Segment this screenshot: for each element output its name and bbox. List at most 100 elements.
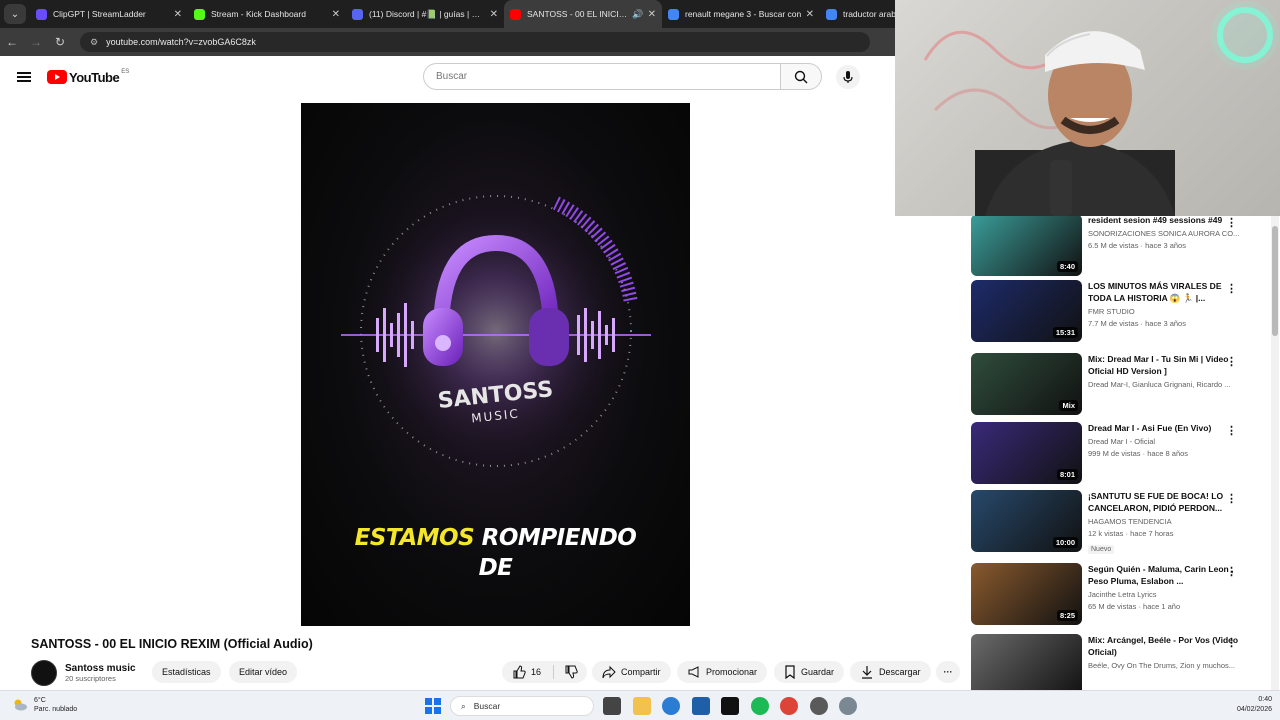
tab-audio-icon[interactable]: 🔊	[632, 9, 643, 20]
related-video-channel[interactable]: Jacinthe Letra Lyrics	[1088, 590, 1240, 599]
related-video-channel[interactable]: Dread Mar-I, Gianluca Grignani, Ricardo …	[1088, 380, 1240, 389]
more-options-icon[interactable]: ⋮	[1226, 216, 1237, 229]
related-video-channel[interactable]: Beéle, Ovy On The Drums, Zion y muchos..…	[1088, 661, 1240, 670]
download-button[interactable]: Descargar	[850, 661, 931, 683]
save-button[interactable]: Guardar	[774, 661, 845, 683]
youtube-play-icon	[47, 70, 67, 84]
related-video-item[interactable]: 8:01 Dread Mar I - Asi Fue (En Vivo) Dread…	[971, 422, 1271, 486]
microphone-icon	[843, 71, 853, 83]
reload-icon[interactable]: ↻	[48, 35, 72, 49]
related-video-item[interactable]: 10:00 ¡SANTUTU SE FUE DE BOCA! LO CANCELA…	[971, 490, 1271, 554]
country-code: ES	[121, 69, 130, 75]
youtube-logo[interactable]: YouTube ES	[47, 69, 130, 85]
related-video-item[interactable]: 8:40 resident sesion #49 sessions #49 SONO…	[971, 216, 1271, 278]
taskbar-search-label: Buscar	[473, 701, 501, 711]
like-button[interactable]: 16	[502, 665, 554, 679]
channel-avatar[interactable]	[31, 660, 57, 686]
search-button[interactable]	[780, 63, 822, 90]
download-label: Descargar	[879, 667, 921, 677]
more-options-icon[interactable]: ⋮	[1226, 424, 1237, 437]
video-caption-line1: ESTAMOS ROMPIENDO	[301, 525, 690, 551]
related-video-channel[interactable]: Dread Mar I - Oficial	[1088, 437, 1240, 446]
settings-icon[interactable]	[839, 697, 857, 715]
url-text: youtube.com/watch?v=zvobGA6C8zk	[106, 37, 256, 47]
channel-name[interactable]: Santoss music	[65, 663, 136, 674]
page-scrollbar[interactable]	[1271, 216, 1279, 690]
tab-close-icon[interactable]: ✕	[174, 9, 182, 20]
more-options-icon[interactable]: ⋮	[1226, 636, 1237, 649]
related-video-channel[interactable]: FMR STUDIO	[1088, 307, 1240, 316]
forward-icon[interactable]: →	[24, 35, 48, 49]
related-video-item[interactable]: Mix: Arcángel, Beéle - Por Vos (Video Of…	[971, 634, 1271, 690]
scrollbar-thumb[interactable]	[1272, 226, 1278, 336]
windows-start-icon[interactable]	[425, 698, 441, 714]
chrome-icon[interactable]	[780, 697, 798, 715]
related-video-item[interactable]: 15:31 LOS MINUTOS MÁS VIRALES DE TODA LA …	[971, 280, 1271, 344]
more-options-icon[interactable]: ⋮	[1226, 355, 1237, 368]
edit-video-button[interactable]: Editar vídeo	[229, 661, 298, 683]
share-button[interactable]: Compartir	[592, 661, 671, 683]
tab-close-icon[interactable]: ✕	[648, 9, 656, 20]
store-icon[interactable]	[692, 697, 710, 715]
site-info-icon[interactable]: ⚙	[90, 37, 98, 48]
more-options-icon[interactable]: ⋮	[1226, 565, 1237, 578]
voice-search-button[interactable]	[836, 65, 860, 89]
menu-icon[interactable]	[17, 70, 31, 85]
video-duration: 8:40	[1056, 261, 1078, 272]
search-icon: ⌕	[461, 700, 466, 711]
tab-search-button[interactable]: ⌄	[4, 4, 26, 24]
edge-icon[interactable]	[662, 697, 680, 715]
related-video-title[interactable]: resident sesion #49 sessions #49	[1088, 216, 1240, 226]
related-video-title[interactable]: ¡SANTUTU SE FUE DE BOCA! LO CANCELARON, …	[1088, 490, 1240, 514]
related-video-title[interactable]: Mix: Dread Mar I - Tu Sin Mi | Video Ofi…	[1088, 353, 1240, 377]
video-thumbnail[interactable]: 8:40	[971, 216, 1082, 276]
related-video-title[interactable]: Según Quién - Maluma, Carin Leon , Peso …	[1088, 563, 1240, 587]
more-actions-button[interactable]: ···	[936, 661, 960, 683]
channel-info[interactable]: Santoss music 20 suscriptores	[31, 660, 136, 686]
browser-tab[interactable]: Stream - Kick Dashboard ✕	[188, 0, 346, 28]
tab-strip: ClipGPT | StreamLadder ✕ Stream - Kick Das…	[30, 0, 978, 28]
browser-tab[interactable]: (11) Discord | #📗 | guías | KICK ✕	[346, 0, 504, 28]
video-thumbnail[interactable]: 8:01	[971, 422, 1082, 484]
search-input[interactable]	[423, 63, 780, 90]
video-thumbnail[interactable]: 15:31	[971, 280, 1082, 342]
app-y-icon[interactable]	[721, 697, 739, 715]
url-field[interactable]: ⚙ youtube.com/watch?v=zvobGA6C8zk	[80, 32, 870, 52]
video-duration: 8:25	[1056, 610, 1078, 621]
back-icon[interactable]: ←	[0, 35, 24, 49]
related-video-item[interactable]: 8:25 Según Quién - Maluma, Carin Leon , P…	[971, 563, 1271, 627]
weather-widget[interactable]: 6°C Parc. nublado	[12, 696, 77, 714]
system-clock[interactable]: 0:40 04/02/2026	[1237, 695, 1272, 715]
taskbar-search[interactable]: ⌕ Buscar	[450, 696, 594, 716]
video-thumbnail[interactable]: 10:00	[971, 490, 1082, 552]
related-video-views: 7.7 M de vistas · hace 3 años	[1088, 319, 1186, 328]
spotify-icon[interactable]	[751, 697, 769, 715]
thumbs-down-icon	[565, 665, 578, 679]
tab-close-icon[interactable]: ✕	[332, 9, 340, 20]
caption-word: ROMPIENDO	[481, 525, 637, 551]
related-video-channel[interactable]: HAGAMOS TENDENCIA	[1088, 517, 1240, 526]
obs-icon[interactable]	[810, 697, 828, 715]
related-video-title[interactable]: Mix: Arcángel, Beéle - Por Vos (Video Of…	[1088, 634, 1240, 658]
browser-tab[interactable]: SANTOSS - 00 EL INICIO RE 🔊 ✕	[504, 0, 662, 28]
video-thumbnail[interactable]	[971, 634, 1082, 690]
more-options-icon[interactable]: ⋮	[1226, 282, 1237, 295]
tab-close-icon[interactable]: ✕	[490, 9, 498, 20]
related-video-channel[interactable]: SONORIZACIONES SONICA AURORA CO...	[1088, 229, 1240, 238]
browser-tab[interactable]: renault megane 3 - Buscar con ✕	[662, 0, 820, 28]
video-thumbnail[interactable]: Mix	[971, 353, 1082, 415]
tab-close-icon[interactable]: ✕	[806, 9, 814, 20]
promote-button[interactable]: Promocionar	[677, 661, 768, 683]
browser-tab[interactable]: ClipGPT | StreamLadder ✕	[30, 0, 188, 28]
related-video-title[interactable]: Dread Mar I - Asi Fue (En Vivo)	[1088, 422, 1240, 434]
task-view-icon[interactable]	[603, 697, 621, 715]
windows-taskbar: 6°C Parc. nublado ⌕ Buscar 0:40 04/02/20…	[0, 690, 1280, 720]
more-options-icon[interactable]: ⋮	[1226, 492, 1237, 505]
dislike-button[interactable]	[554, 665, 587, 679]
stats-button[interactable]: Estadísticas	[152, 661, 221, 683]
related-video-title[interactable]: LOS MINUTOS MÁS VIRALES DE TODA LA HISTO…	[1088, 280, 1240, 304]
video-thumbnail[interactable]: 8:25	[971, 563, 1082, 625]
related-video-item[interactable]: Mix Mix: Dread Mar I - Tu Sin Mi | Video …	[971, 353, 1271, 417]
video-player[interactable]: SANTOSS MUSIC ESTAMOS ROMPIENDO DE	[301, 103, 690, 626]
file-explorer-icon[interactable]	[633, 697, 651, 715]
